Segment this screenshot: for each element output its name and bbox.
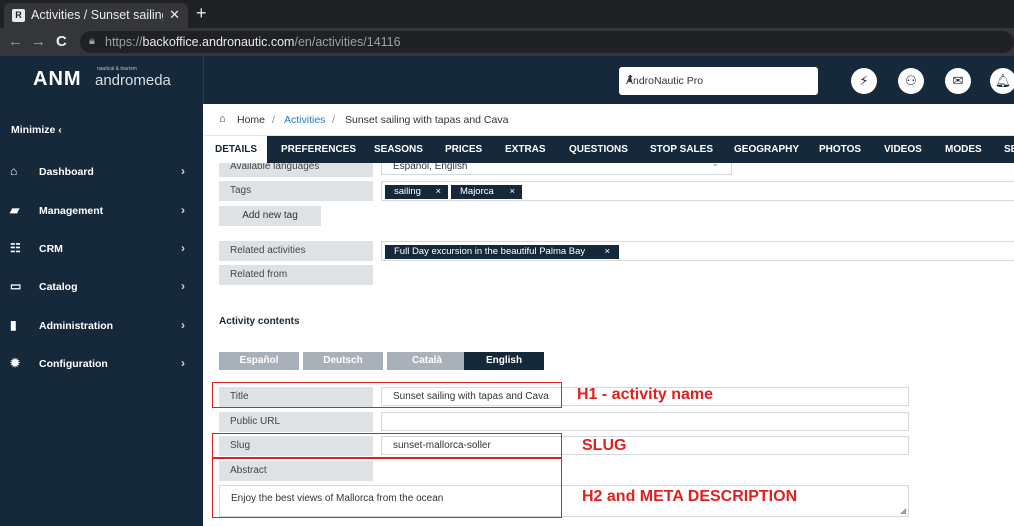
- lang-tab-en[interactable]: English: [464, 352, 544, 370]
- available-languages-label: Available languages: [219, 163, 373, 177]
- annotation-slug: SLUG: [582, 437, 627, 454]
- url-text: https://backoffice.andronautic.com/en/ac…: [105, 35, 401, 49]
- remove-tag-icon[interactable]: ×: [435, 186, 441, 197]
- breadcrumb-home[interactable]: Home: [237, 114, 265, 126]
- annotation-h2: H2 and META DESCRIPTION: [582, 488, 798, 505]
- breadcrumb-separator: /: [272, 114, 275, 126]
- annotation-box-slug: [212, 433, 562, 459]
- bell-icon[interactable]: 🔔︎: [990, 68, 1014, 94]
- home-icon[interactable]: ⌂: [219, 113, 226, 125]
- chevron-down-icon: ⌄: [711, 163, 719, 168]
- browser-toolbar: ← → C 🔒︎ https://backoffice.andronautic.…: [0, 28, 1014, 56]
- header-divider: [203, 56, 204, 104]
- annotation-h1: H1 - activity name: [577, 386, 714, 403]
- resize-handle-icon[interactable]: ◢: [900, 506, 906, 515]
- remove-tag-icon[interactable]: ×: [509, 186, 515, 197]
- lightning-icon[interactable]: ⚡︎: [851, 68, 877, 94]
- related-activities-input[interactable]: Full Day excursion in the beautiful Palm…: [381, 241, 1014, 261]
- chevron-right-icon: ›: [181, 318, 185, 332]
- add-tag-button[interactable]: Add new tag: [219, 206, 321, 226]
- tab-stop-sales[interactable]: STOP SALES: [650, 136, 713, 163]
- folder-icon: ▰: [10, 203, 20, 217]
- breadcrumb-activities[interactable]: Activities: [284, 114, 325, 126]
- annotation-box-abstract: [212, 457, 562, 518]
- tab-geography[interactable]: GEOGRAPHY: [734, 136, 799, 163]
- chevron-right-icon: ›: [181, 241, 185, 255]
- network-icon[interactable]: ⚇: [898, 68, 924, 94]
- sidebar-item-catalog[interactable]: ▭ Catalog ›: [0, 277, 203, 297]
- available-languages-select[interactable]: Español, English ⌄: [381, 163, 732, 175]
- tags-input[interactable]: sailing × Majorca ×: [381, 181, 1014, 201]
- tab-preferences[interactable]: PREFERENCES: [281, 136, 356, 163]
- breadcrumb: ⌂ Home / Activities / Sunset sailing wit…: [204, 104, 1014, 136]
- favicon-icon: R: [12, 9, 25, 22]
- reload-icon[interactable]: C: [56, 33, 67, 50]
- app-header: ANM nautical & tourism andromeda AndroNa…: [0, 56, 1014, 104]
- address-bar[interactable]: 🔒︎ https://backoffice.andronautic.com/en…: [80, 31, 1014, 53]
- main-content: Available languages Español, English ⌄ T…: [204, 163, 1014, 526]
- browser-tab-title: Activities / Sunset sailing: [31, 8, 163, 22]
- account-select[interactable]: AndroNautic Pro ⬍: [619, 67, 818, 95]
- browser-tab[interactable]: R Activities / Sunset sailing ✕: [4, 3, 188, 28]
- logo[interactable]: ANM nautical & tourism andromeda: [33, 66, 171, 92]
- tab-videos[interactable]: VIDEOS: [884, 136, 922, 163]
- section-title: Activity contents: [219, 316, 300, 327]
- annotation-box-title: [212, 382, 562, 408]
- tab-more[interactable]: SE: [1004, 136, 1014, 163]
- chevron-right-icon: ›: [181, 164, 185, 178]
- gear-icon: ✹: [10, 356, 21, 370]
- sidebar-item-configuration[interactable]: ✹ Configuration ›: [0, 354, 203, 374]
- tab-modes[interactable]: MODES: [945, 136, 982, 163]
- breadcrumb-current: Sunset sailing with tapas and Cava: [345, 114, 509, 126]
- home-icon: ⌂: [10, 164, 18, 178]
- tag-chip: Majorca ×: [451, 185, 522, 199]
- related-from-label: Related from: [219, 265, 373, 285]
- catalog-icon: ▭: [10, 279, 22, 293]
- tab-questions[interactable]: QUESTIONS: [569, 136, 628, 163]
- breadcrumb-separator: /: [332, 114, 335, 126]
- minimize-button[interactable]: Minimize ‹: [11, 124, 62, 136]
- related-activities-label: Related activities: [219, 241, 373, 261]
- book-icon: ▮: [10, 318, 17, 332]
- remove-related-icon[interactable]: ×: [604, 246, 610, 257]
- browser-tab-bar: R Activities / Sunset sailing ✕ +: [0, 0, 1014, 28]
- users-icon: ☷: [10, 241, 21, 255]
- lang-tab-de[interactable]: Deutsch: [303, 352, 383, 370]
- sidebar-item-dashboard[interactable]: ⌂ Dashboard ›: [0, 162, 203, 182]
- forward-icon[interactable]: →: [31, 33, 46, 50]
- new-tab-icon[interactable]: +: [196, 3, 207, 24]
- chevron-right-icon: ›: [181, 279, 185, 293]
- public-url-label: Public URL: [219, 412, 373, 432]
- tab-prices[interactable]: PRICES: [445, 136, 482, 163]
- lock-icon: 🔒︎: [89, 35, 95, 47]
- sidebar-item-crm[interactable]: ☷ CRM ›: [0, 239, 203, 259]
- sidebar-item-administration[interactable]: ▮ Administration ›: [0, 316, 203, 336]
- close-tab-icon[interactable]: ✕: [169, 7, 180, 23]
- sidebar-item-management[interactable]: ▰ Management ›: [0, 201, 203, 221]
- tab-details[interactable]: DETAILS: [204, 136, 267, 163]
- chevron-right-icon: ›: [181, 356, 185, 370]
- tags-label: Tags: [219, 181, 373, 201]
- tag-chip: sailing ×: [385, 185, 448, 199]
- back-icon[interactable]: ←: [8, 33, 23, 50]
- mail-icon[interactable]: ✉: [945, 68, 971, 94]
- public-url-input[interactable]: [381, 412, 909, 431]
- lang-tab-ca[interactable]: Català: [387, 352, 467, 370]
- related-activity-chip: Full Day excursion in the beautiful Palm…: [385, 245, 619, 259]
- tab-extras[interactable]: EXTRAS: [505, 136, 546, 163]
- tab-photos[interactable]: PHOTOS: [819, 136, 861, 163]
- tab-seasons[interactable]: SEASONS: [374, 136, 423, 163]
- sidebar: Minimize ‹ ⌂ Dashboard › ▰ Management › …: [0, 104, 203, 526]
- select-arrow-icon: ⬍: [626, 74, 635, 85]
- chevron-right-icon: ›: [181, 203, 185, 217]
- lang-tab-es[interactable]: Español: [219, 352, 299, 370]
- detail-tabs: DETAILS PREFERENCES SEASONS PRICES EXTRA…: [204, 136, 1014, 163]
